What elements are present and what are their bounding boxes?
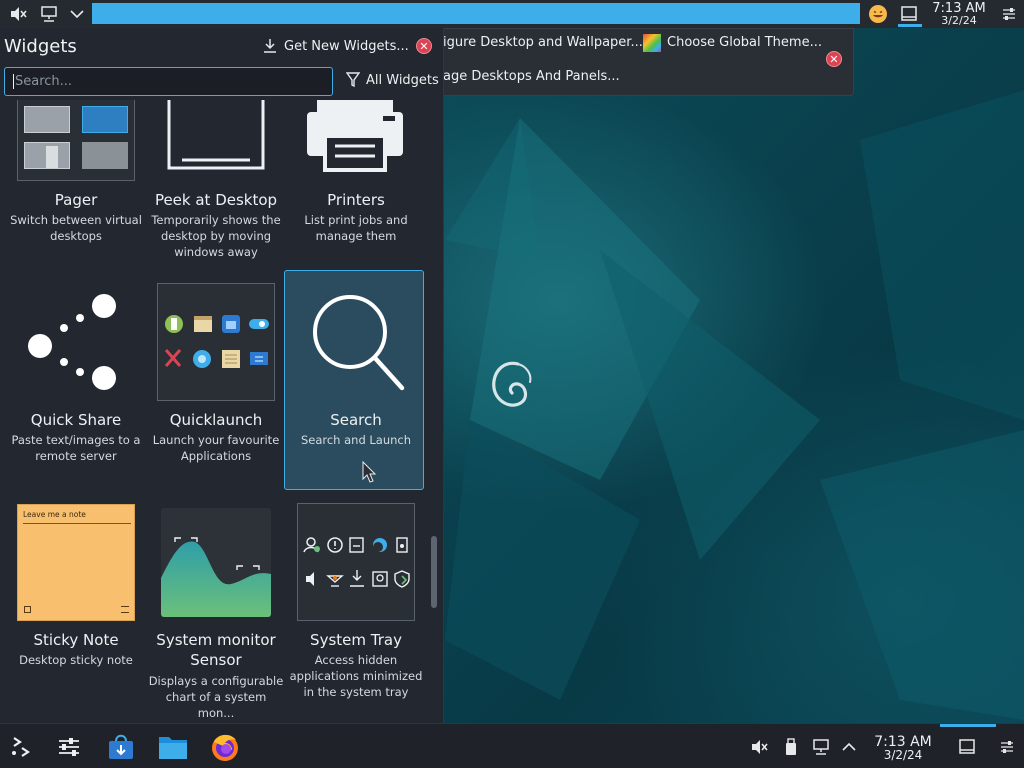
widget-name: System Tray (310, 631, 402, 649)
widget-desc: Desktop sticky note (19, 653, 133, 668)
search-input[interactable]: Search... (4, 67, 333, 96)
widget-search[interactable]: Search Search and Launch (286, 410, 426, 448)
widget-printers[interactable]: Printers List print jobs and manage them (286, 190, 426, 244)
widgets-sidebar: Widgets Get New Widgets... ✕ Search... A… (0, 28, 444, 723)
debian-logo-icon (492, 361, 532, 407)
download-icon (264, 39, 276, 53)
search-placeholder: Search... (15, 74, 73, 89)
widget-name: Pager (54, 191, 98, 209)
network-wired-icon[interactable] (38, 4, 60, 24)
widget-name: System monitor Sensor (156, 631, 276, 670)
top-clock[interactable]: 7:13 AM 3/2/24 (930, 2, 988, 26)
sticky-note-thumbnail[interactable]: Leave me a note (17, 504, 135, 621)
close-icon[interactable]: ✕ (826, 51, 842, 67)
widget-quick-share[interactable]: Quick Share Paste text/images to a remot… (6, 410, 146, 464)
chevron-down-icon[interactable] (66, 4, 88, 24)
widget-quicklaunch[interactable]: Quicklaunch Launch your favourite Applic… (146, 410, 286, 464)
widgets-scrollbar-thumb[interactable] (431, 536, 437, 608)
system-monitor-thumbnail[interactable] (161, 508, 271, 617)
discover-store-icon[interactable] (106, 732, 136, 762)
bottom-clock[interactable]: 7:13 AM 3/2/24 (868, 735, 938, 761)
show-desktop-icon[interactable] (954, 732, 980, 762)
audio-muted-icon[interactable] (7, 4, 29, 24)
network-icon[interactable] (808, 732, 834, 762)
widget-desc: Displays a configurable chart of a syste… (148, 673, 284, 720)
widget-peek-at-desktop[interactable]: Peek at Desktop Temporarily shows the de… (146, 190, 286, 261)
application-launcher-icon[interactable] (7, 732, 37, 762)
filter-label: All Widgets (366, 72, 439, 88)
widget-system-monitor-sensor[interactable]: System monitor Sensor Displays a configu… (146, 630, 286, 721)
widget-name: Printers (327, 191, 385, 209)
filter-icon (346, 72, 360, 88)
panel-config-icon[interactable] (998, 4, 1020, 24)
sticky-note-text: Leave me a note (23, 510, 86, 519)
widget-desc: Launch your favourite Applications (152, 433, 280, 464)
search-icon[interactable] (306, 292, 406, 392)
show-desktop-icon[interactable] (898, 4, 920, 24)
peek-at-desktop-thumbnail[interactable] (166, 100, 266, 172)
widget-name: Quick Share (30, 411, 122, 429)
active-indicator (898, 24, 922, 27)
widgets-scrollbar[interactable] (429, 98, 439, 718)
widget-pager[interactable]: Pager Switch between virtual desktops (6, 190, 146, 244)
top-panel-drop-zone (92, 3, 860, 24)
removable-device-icon[interactable] (778, 732, 804, 762)
emoji-icon[interactable] (867, 4, 889, 24)
bottom-clock-date: 3/2/24 (883, 748, 923, 762)
volume-muted-icon[interactable] (746, 732, 772, 762)
widget-desc: Switch between virtual desktops (10, 213, 142, 244)
bottom-clock-time: 7:13 AM (874, 734, 932, 750)
manage-desktops-button[interactable]: age Desktops And Panels... (443, 69, 620, 84)
widget-name: Peek at Desktop (154, 191, 278, 209)
widget-system-tray[interactable]: System Tray Access hidden applications m… (286, 630, 426, 701)
panel-config-icon[interactable] (994, 732, 1020, 762)
chevron-up-icon[interactable] (836, 732, 862, 762)
widget-desc: Access hidden applications minimized in … (289, 653, 423, 700)
filter-all-widgets-button[interactable]: All Widgets (346, 72, 439, 88)
top-panel: 7:13 AM 3/2/24 (0, 0, 1024, 28)
configure-desktop-button[interactable]: igure Desktop and Wallpaper... (443, 35, 643, 50)
quick-share-icon[interactable] (26, 292, 120, 392)
firefox-icon[interactable] (210, 732, 240, 762)
system-tray-thumbnail[interactable] (297, 503, 415, 621)
choose-global-theme-button[interactable]: Choose Global Theme... (667, 35, 822, 50)
bottom-panel: 7:13 AM 3/2/24 (0, 723, 1024, 768)
widget-name: Quicklaunch (169, 411, 263, 429)
get-new-widgets-label: Get New Widgets... (284, 38, 409, 54)
widget-desc: Search and Launch (300, 433, 412, 448)
printer-icon[interactable] (305, 100, 405, 172)
widget-name: Search (330, 411, 382, 429)
widgets-title: Widgets (4, 36, 77, 57)
global-theme-icon (643, 34, 661, 52)
widget-desc: List print jobs and manage them (304, 213, 408, 244)
top-clock-date: 3/2/24 (941, 14, 977, 27)
file-manager-icon[interactable] (158, 732, 188, 762)
mouse-cursor-icon (362, 461, 376, 483)
widget-desc: Temporarily shows the desktop by moving … (151, 213, 281, 260)
pager-thumbnail[interactable] (17, 100, 135, 181)
desktop-toolbox: igure Desktop and Wallpaper... Choose Gl… (430, 28, 854, 96)
widget-desc: Paste text/images to a remote server (11, 433, 141, 464)
active-indicator (940, 724, 996, 727)
quicklaunch-thumbnail[interactable] (157, 283, 275, 401)
widget-name: Sticky Note (33, 631, 119, 649)
text-cursor (13, 74, 14, 89)
widget-sticky-note[interactable]: Sticky Note Desktop sticky note (6, 630, 146, 668)
get-new-widgets-button[interactable]: Get New Widgets... (262, 38, 409, 54)
close-sidebar-icon[interactable]: ✕ (416, 38, 432, 54)
system-settings-icon[interactable] (54, 732, 84, 762)
